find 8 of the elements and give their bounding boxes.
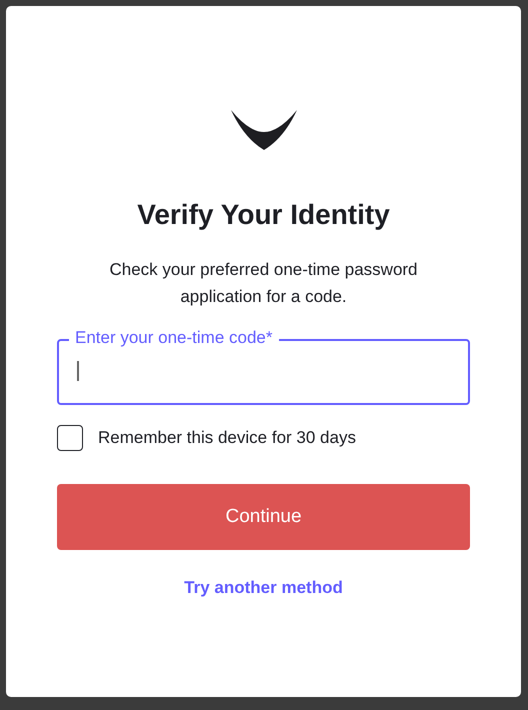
remember-checkbox[interactable] [57, 425, 83, 451]
try-another-method-link[interactable]: Try another method [184, 578, 343, 598]
logo-icon [228, 108, 298, 152]
description: Check your preferred one-time password application for a code. [108, 259, 419, 308]
code-input-field[interactable]: Enter your one-time code* [57, 328, 470, 405]
continue-button[interactable]: Continue [57, 484, 470, 550]
remember-label: Remember this device for 30 days [98, 428, 356, 448]
page-title: Verify Your Identity [137, 198, 390, 232]
